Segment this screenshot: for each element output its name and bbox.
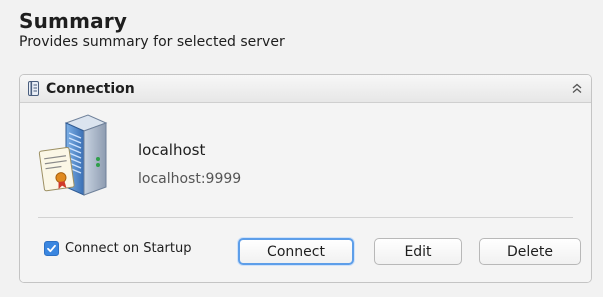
- double-chevron-up-icon[interactable]: [571, 81, 583, 95]
- connection-panel-title: Connection: [46, 80, 135, 97]
- page-title: Summary: [19, 9, 128, 33]
- divider: [38, 217, 573, 218]
- delete-button[interactable]: Delete: [479, 238, 581, 265]
- server-name: localhost: [138, 141, 206, 159]
- connect-on-startup-checkbox[interactable]: Connect on Startup: [44, 241, 191, 256]
- connection-panel: Connection localhost localhost:9999 Conn…: [19, 74, 592, 283]
- connection-panel-header[interactable]: Connection: [20, 75, 591, 103]
- connect-on-startup-label[interactable]: Connect on Startup: [65, 241, 191, 256]
- checkbox-checked-icon[interactable]: [44, 241, 59, 256]
- document-icon: [28, 81, 39, 96]
- edit-button[interactable]: Edit: [374, 238, 462, 265]
- page-header: Summary Provides summary for selected se…: [19, 8, 285, 51]
- connect-button[interactable]: Connect: [238, 238, 354, 265]
- server-address: localhost:9999: [138, 171, 242, 187]
- server-certificate-icon: [36, 113, 116, 197]
- page-subtitle: Provides summary for selected server: [19, 34, 285, 50]
